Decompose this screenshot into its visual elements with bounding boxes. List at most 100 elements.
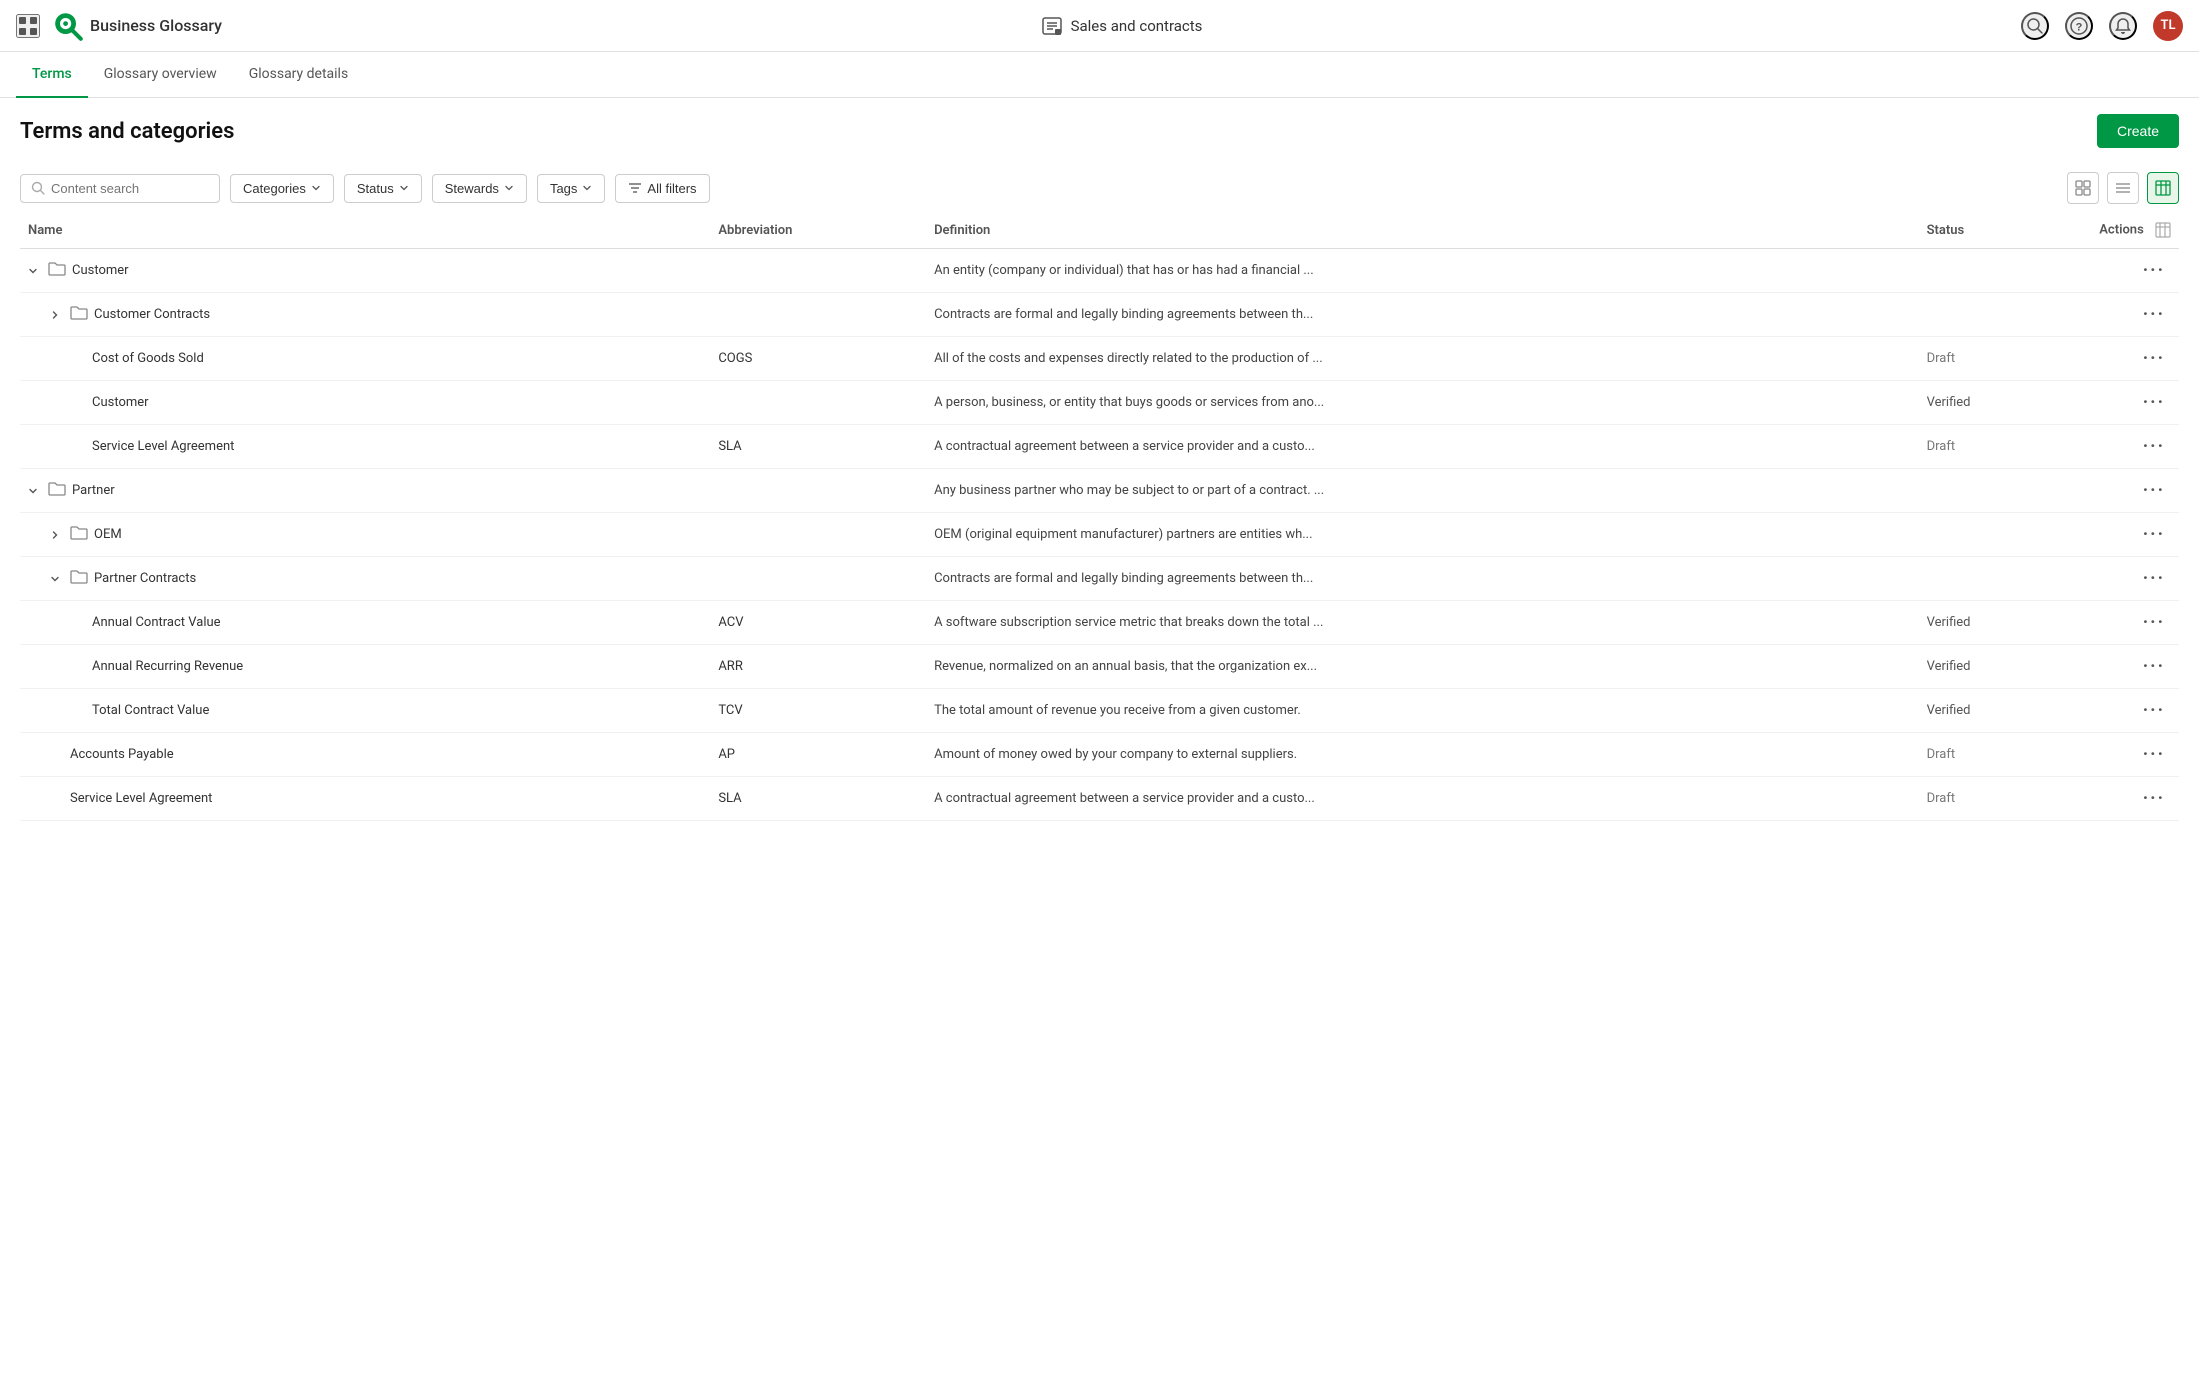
column-chooser-icon[interactable]	[2155, 222, 2171, 238]
stewards-filter[interactable]: Stewards	[432, 174, 527, 203]
row-abbreviation: TCV	[710, 689, 926, 733]
more-actions-button[interactable]: ···	[2137, 434, 2171, 459]
more-actions-button[interactable]: ···	[2137, 786, 2171, 811]
folder-icon	[70, 305, 88, 325]
column-header-status: Status	[1919, 212, 2092, 249]
table-row: PartnerAny business partner who may be s…	[20, 469, 2179, 513]
search-icon	[31, 181, 45, 195]
row-definition: A software subscription service metric t…	[934, 615, 1323, 630]
expand-collapse-chevron[interactable]	[28, 486, 42, 496]
expand-collapse-chevron[interactable]	[50, 530, 64, 540]
app-grid-button[interactable]	[16, 14, 40, 38]
row-definition: Any business partner who may be subject …	[934, 483, 1324, 498]
row-status: Draft	[1919, 733, 2092, 777]
row-definition: Amount of money owed by your company to …	[934, 747, 1297, 762]
notifications-button[interactable]	[2109, 12, 2137, 40]
row-status	[1919, 293, 2092, 337]
row-definition: A contractual agreement between a servic…	[934, 439, 1315, 454]
row-actions: ···	[2091, 689, 2179, 733]
tags-filter[interactable]: Tags	[537, 174, 605, 203]
table-row: Partner ContractsContracts are formal an…	[20, 557, 2179, 601]
row-status: Verified	[1919, 645, 2092, 689]
row-status	[1919, 469, 2092, 513]
all-filters-button[interactable]: All filters	[615, 174, 709, 203]
row-definition: Contracts are formal and legally binding…	[934, 307, 1313, 322]
row-definition: The total amount of revenue you receive …	[934, 703, 1301, 718]
expand-collapse-chevron[interactable]	[50, 574, 64, 584]
tab-glossary-details[interactable]: Glossary details	[233, 52, 365, 98]
row-status: Draft	[1919, 337, 2092, 381]
search-input[interactable]	[51, 181, 191, 196]
more-actions-button[interactable]: ···	[2137, 478, 2171, 503]
qlik-logo: Business Glossary	[52, 10, 222, 42]
row-name: Customer	[72, 263, 129, 278]
more-actions-button[interactable]: ···	[2137, 258, 2171, 283]
app-title: Business Glossary	[90, 16, 222, 35]
status-filter[interactable]: Status	[344, 174, 422, 203]
row-actions: ···	[2091, 425, 2179, 469]
row-abbreviation: ACV	[710, 601, 926, 645]
table-view-button[interactable]	[2147, 172, 2179, 204]
tab-glossary-overview[interactable]: Glossary overview	[88, 52, 233, 98]
row-name: Accounts Payable	[70, 747, 174, 762]
row-status: Draft	[1919, 777, 2092, 821]
row-definition: A person, business, or entity that buys …	[934, 395, 1324, 410]
page-header: Terms and categories Create	[0, 98, 2199, 164]
more-actions-button[interactable]: ···	[2137, 390, 2171, 415]
row-abbreviation	[710, 381, 926, 425]
table-row: OEMOEM (original equipment manufacturer)…	[20, 513, 2179, 557]
table-row: Accounts Payable AP Amount of money owed b…	[20, 733, 2179, 777]
chevron-down-icon	[399, 183, 409, 193]
create-button[interactable]: Create	[2097, 114, 2179, 148]
row-status: Verified	[1919, 381, 2092, 425]
row-actions: ···	[2091, 601, 2179, 645]
row-name: Partner Contracts	[94, 571, 196, 586]
row-name: Total Contract Value	[92, 703, 209, 718]
search-button[interactable]	[2021, 12, 2049, 40]
nav-left: Business Glossary	[16, 10, 222, 42]
list-view-button[interactable]	[2107, 172, 2139, 204]
more-actions-button[interactable]: ···	[2137, 566, 2171, 591]
categories-filter[interactable]: Categories	[230, 174, 334, 203]
chevron-down-icon	[311, 183, 321, 193]
table-row: Cost of Goods SoldCOGSAll of the costs a…	[20, 337, 2179, 381]
row-status: Draft	[1919, 425, 2092, 469]
filter-icon	[628, 181, 642, 195]
row-actions: ···	[2091, 381, 2179, 425]
more-actions-button[interactable]: ···	[2137, 302, 2171, 327]
row-status: Verified	[1919, 601, 2092, 645]
more-actions-button[interactable]: ···	[2137, 698, 2171, 723]
chevron-down-icon	[582, 183, 592, 193]
row-abbreviation	[710, 293, 926, 337]
search-box[interactable]	[20, 174, 220, 203]
row-name: Annual Recurring Revenue	[92, 659, 243, 674]
row-actions: ···	[2091, 293, 2179, 337]
view-controls	[2067, 172, 2179, 204]
help-button[interactable]: ?	[2065, 12, 2093, 40]
row-definition: Revenue, normalized on an annual basis, …	[934, 659, 1317, 674]
table-row: Annual Recurring RevenueARRRevenue, norm…	[20, 645, 2179, 689]
glossary-name: Sales and contracts	[1071, 17, 1203, 35]
user-avatar[interactable]: TL	[2153, 11, 2183, 41]
row-name: Cost of Goods Sold	[92, 351, 204, 366]
chevron-down-icon	[504, 183, 514, 193]
row-definition: OEM (original equipment manufacturer) pa…	[934, 527, 1312, 542]
more-actions-button[interactable]: ···	[2137, 522, 2171, 547]
row-abbreviation: COGS	[710, 337, 926, 381]
table-row: Annual Contract ValueACVA software subsc…	[20, 601, 2179, 645]
more-actions-button[interactable]: ···	[2137, 742, 2171, 767]
row-name: Customer	[92, 395, 149, 410]
grid-view-button[interactable]	[2067, 172, 2099, 204]
more-actions-button[interactable]: ···	[2137, 654, 2171, 679]
table-row: Service Level AgreementSLAA contractual …	[20, 777, 2179, 821]
expand-collapse-chevron[interactable]	[50, 310, 64, 320]
more-actions-button[interactable]: ···	[2137, 346, 2171, 371]
expand-collapse-chevron[interactable]	[28, 266, 42, 276]
more-actions-button[interactable]: ···	[2137, 610, 2171, 635]
row-abbreviation: AP	[710, 733, 926, 777]
tab-terms[interactable]: Terms	[16, 52, 88, 98]
top-navigation: Business Glossary Sales and contracts ?	[0, 0, 2199, 52]
row-status: Verified	[1919, 689, 2092, 733]
terms-table: Name Abbreviation Definition Status Acti…	[0, 212, 2199, 821]
glossary-selector[interactable]: Sales and contracts	[1041, 15, 1203, 37]
